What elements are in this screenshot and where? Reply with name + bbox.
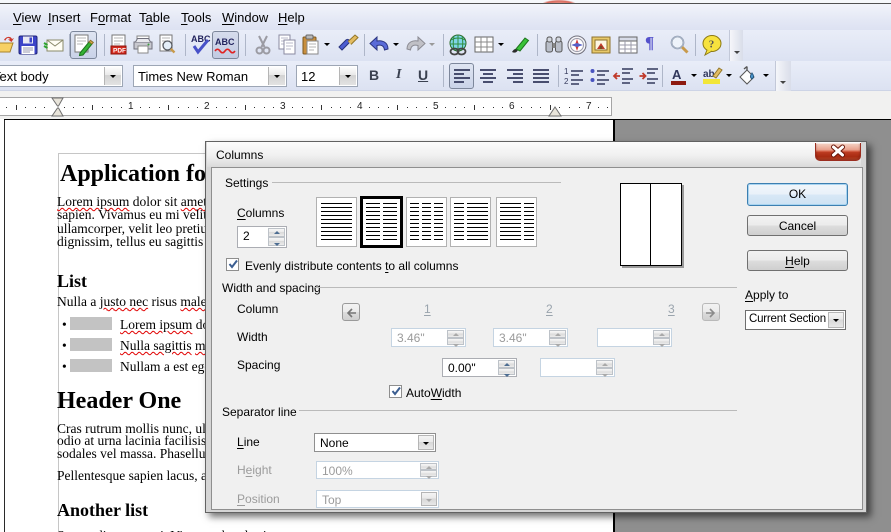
svg-text:ABC: ABC [191, 34, 211, 44]
svg-text:2: 2 [564, 77, 569, 86]
svg-text:ABC: ABC [215, 37, 235, 47]
svg-text:?: ? [709, 39, 715, 51]
svg-text:A: A [672, 67, 682, 82]
svg-text:1: 1 [564, 67, 569, 76]
svg-text:PDF: PDF [113, 48, 126, 55]
svg-text:ab: ab [703, 69, 715, 80]
